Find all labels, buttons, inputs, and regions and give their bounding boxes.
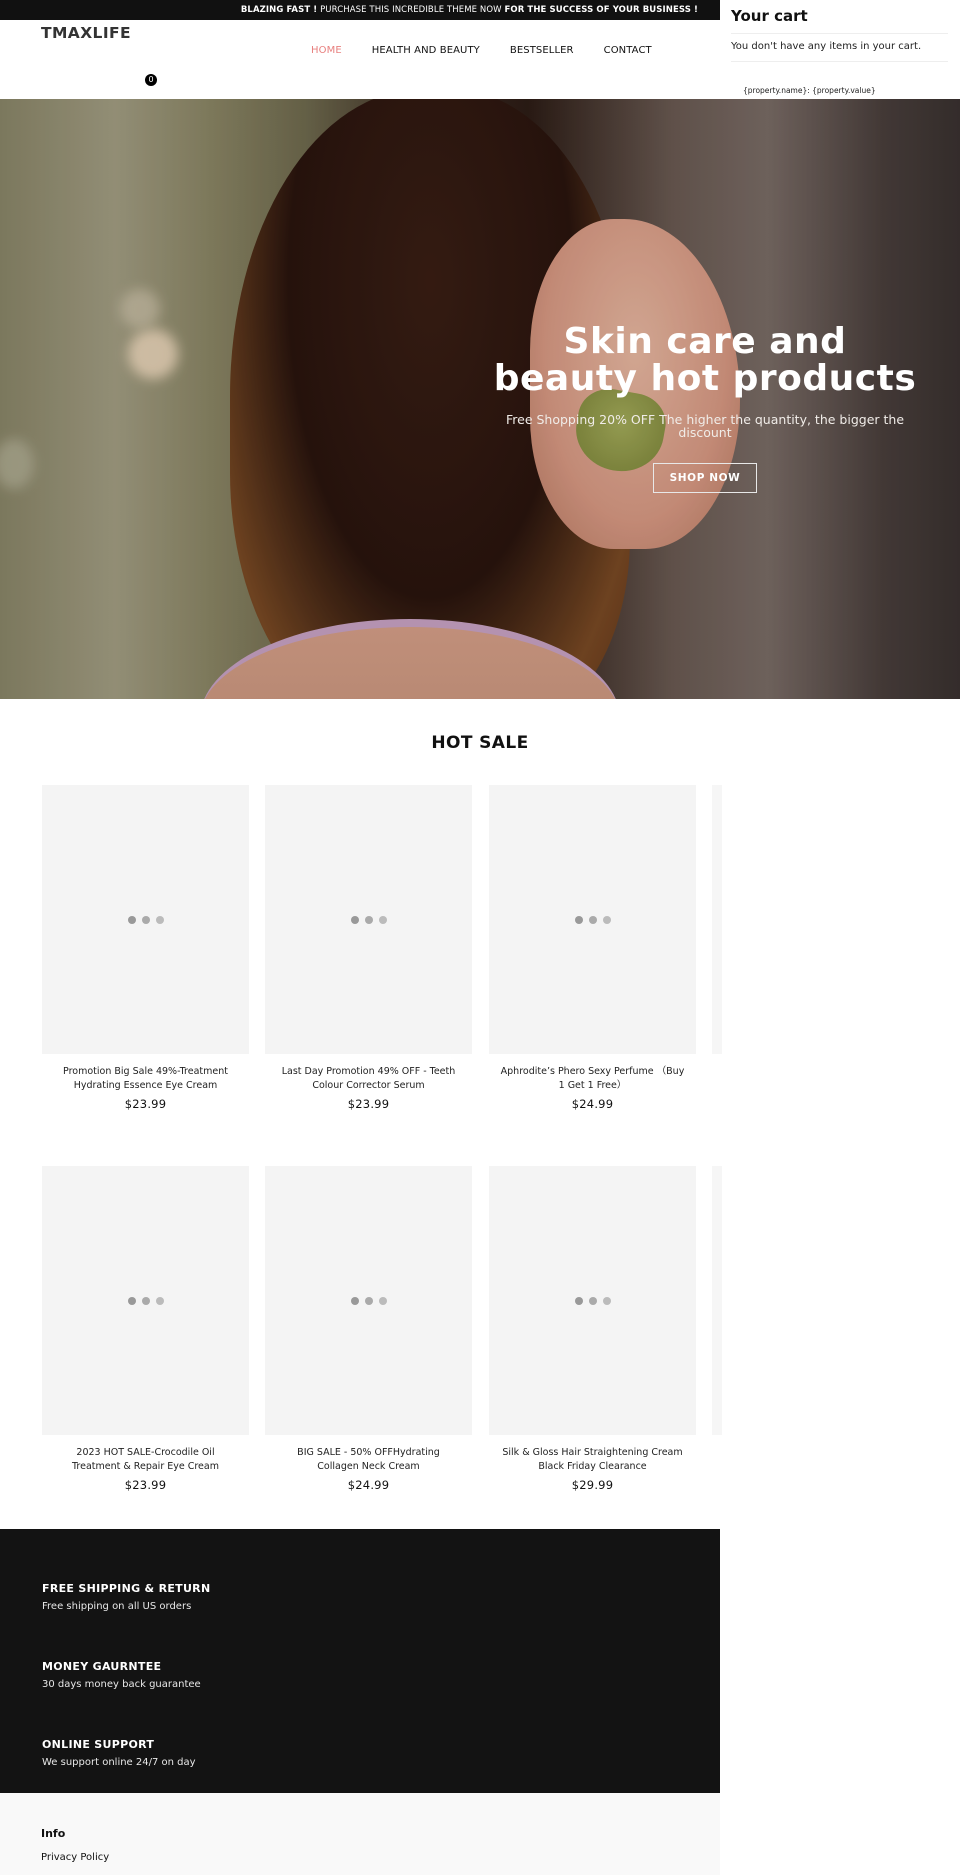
loading-dot (364, 915, 373, 924)
announcement-bold-2: FOR THE SUCCESS OF YOUR BUSINESS ! (504, 5, 698, 15)
product-card[interactable]: Last Day Promotion 49% OFF - Teeth Colou… (265, 785, 472, 1111)
nav-item-bestseller[interactable]: BESTSELLER (510, 44, 574, 58)
nav-item-contact[interactable]: CONTACT (604, 44, 652, 58)
feature-free-shipping: FREE SHIPPING & RETURN Free shipping on … (42, 1582, 210, 1614)
announcement-bar: BLAZING FAST ! PURCHASE THIS INCREDIBLE … (0, 0, 720, 20)
product-price: $24.99 (347, 1478, 390, 1492)
shop-now-button[interactable]: SHOP NOW (653, 463, 757, 493)
product-name[interactable]: Silk & Gloss Hair Straightening Cream Bl… (489, 1446, 696, 1474)
loading-dot (378, 915, 387, 924)
loading-dots-icon (350, 915, 387, 924)
loading-dot (602, 915, 611, 924)
main-nav: HOME HEALTH AND BEAUTY BESTSELLER CONTAC… (311, 44, 682, 58)
product-image[interactable] (42, 1166, 249, 1435)
feature-title: FREE SHIPPING & RETURN (42, 1582, 211, 1595)
hero-title: Skin care and beauty hot products (490, 323, 920, 397)
announcement-bold-1: BLAZING FAST ! (240, 5, 318, 15)
loading-dot (127, 1296, 136, 1305)
product-card[interactable]: 2023 HOT SALE-Crocodile Oil Treatment & … (42, 1166, 249, 1492)
site-header: TMAXLIFE HOME HEALTH AND BEAUTY BESTSELL… (0, 20, 720, 100)
feature-description: 30 days money back guarantee (42, 1679, 201, 1690)
loading-dot (378, 1296, 387, 1305)
product-card[interactable]: Silk & Gloss Hair Straightening Cream Bl… (489, 1166, 696, 1492)
loading-dot (155, 915, 164, 924)
hero-content: Skin care and beauty hot products Free S… (490, 323, 920, 493)
footer-info: Info Privacy Policy (0, 1793, 720, 1875)
privacy-policy-link[interactable]: Privacy Policy (41, 1852, 109, 1863)
cart-count-badge[interactable]: 0 (145, 74, 157, 86)
loading-dot (364, 1296, 373, 1305)
feature-description: Free shipping on all US orders (42, 1601, 192, 1612)
loading-dots-icon (350, 1296, 387, 1305)
product-name[interactable]: Promotion Big Sale 49%-Treatment Hydrati… (42, 1065, 249, 1093)
product-card[interactable]: BIG SALE - 50% OFFHydrating Collagen Nec… (265, 1166, 472, 1492)
site-logo[interactable]: TMAXLIFE (41, 20, 131, 46)
loading-dot (588, 1296, 597, 1305)
loading-dot (574, 915, 583, 924)
footer-info-heading: Info (41, 1827, 66, 1840)
loading-dot (602, 1296, 611, 1305)
announcement-text: PURCHASE THIS INCREDIBLE THEME NOW (317, 5, 505, 15)
product-name[interactable]: Aphrodite’s Phero Sexy Perfume （Buy 1 Ge… (489, 1065, 696, 1093)
product-name[interactable]: Last Day Promotion 49% OFF - Teeth Colou… (265, 1065, 472, 1093)
feature-title: MONEY GAURNTEE (42, 1660, 162, 1673)
product-image[interactable] (489, 1166, 696, 1435)
loading-dot (350, 1296, 359, 1305)
product-card-partial[interactable] (712, 1166, 722, 1435)
loading-dot (141, 915, 150, 924)
loading-dot (350, 915, 359, 924)
page: BLAZING FAST ! PURCHASE THIS INCREDIBLE … (0, 0, 960, 1875)
product-price: $23.99 (347, 1097, 390, 1111)
product-price: $23.99 (124, 1478, 167, 1492)
loading-dot (155, 1296, 164, 1305)
features-footer: FREE SHIPPING & RETURN Free shipping on … (0, 1529, 720, 1793)
loading-dots-icon (127, 1296, 164, 1305)
product-image[interactable] (265, 1166, 472, 1435)
cart-drawer: Your cart You don't have any items in yo… (720, 0, 960, 99)
loading-dots-icon (127, 915, 164, 924)
cart-property-template: {property.name}: {property.value} (743, 86, 876, 95)
product-image[interactable] (712, 1166, 722, 1435)
product-name[interactable]: 2023 HOT SALE-Crocodile Oil Treatment & … (42, 1446, 249, 1474)
cart-divider (731, 61, 948, 62)
product-price: $29.99 (571, 1478, 614, 1492)
loading-dot (127, 915, 136, 924)
product-price: $24.99 (571, 1097, 614, 1111)
product-card[interactable]: Aphrodite’s Phero Sexy Perfume （Buy 1 Ge… (489, 785, 696, 1111)
product-image[interactable] (712, 785, 722, 1054)
feature-title: ONLINE SUPPORT (42, 1738, 155, 1751)
cart-empty-message: You don't have any items in your cart. (731, 41, 922, 52)
product-name[interactable]: BIG SALE - 50% OFFHydrating Collagen Nec… (265, 1446, 472, 1474)
feature-money-guarantee: MONEY GAURNTEE 30 days money back guaran… (42, 1660, 201, 1692)
cart-divider (731, 33, 948, 34)
product-price: $23.99 (124, 1097, 167, 1111)
hot-sale-title: HOT SALE (431, 733, 529, 753)
product-image[interactable] (489, 785, 696, 1054)
loading-dots-icon (574, 915, 611, 924)
hero-subtitle: Free Shopping 20% OFF The higher the qua… (505, 412, 905, 440)
loading-dot (574, 1296, 583, 1305)
loading-dots-icon (574, 1296, 611, 1305)
hero-title-line-1: Skin care and (563, 321, 847, 362)
feature-description: We support online 24/7 on day (42, 1757, 196, 1768)
product-image[interactable] (265, 785, 472, 1054)
nav-item-home[interactable]: HOME (311, 44, 342, 58)
product-card-partial[interactable] (712, 785, 722, 1054)
loading-dot (141, 1296, 150, 1305)
product-image[interactable] (42, 785, 249, 1054)
hero-title-line-2: beauty hot products (493, 358, 917, 399)
loading-dot (588, 915, 597, 924)
nav-item-health-and-beauty[interactable]: HEALTH AND BEAUTY (372, 44, 480, 58)
feature-online-support: ONLINE SUPPORT We support online 24/7 on… (42, 1738, 196, 1770)
cart-title: Your cart (731, 7, 808, 25)
product-card[interactable]: Promotion Big Sale 49%-Treatment Hydrati… (42, 785, 249, 1111)
